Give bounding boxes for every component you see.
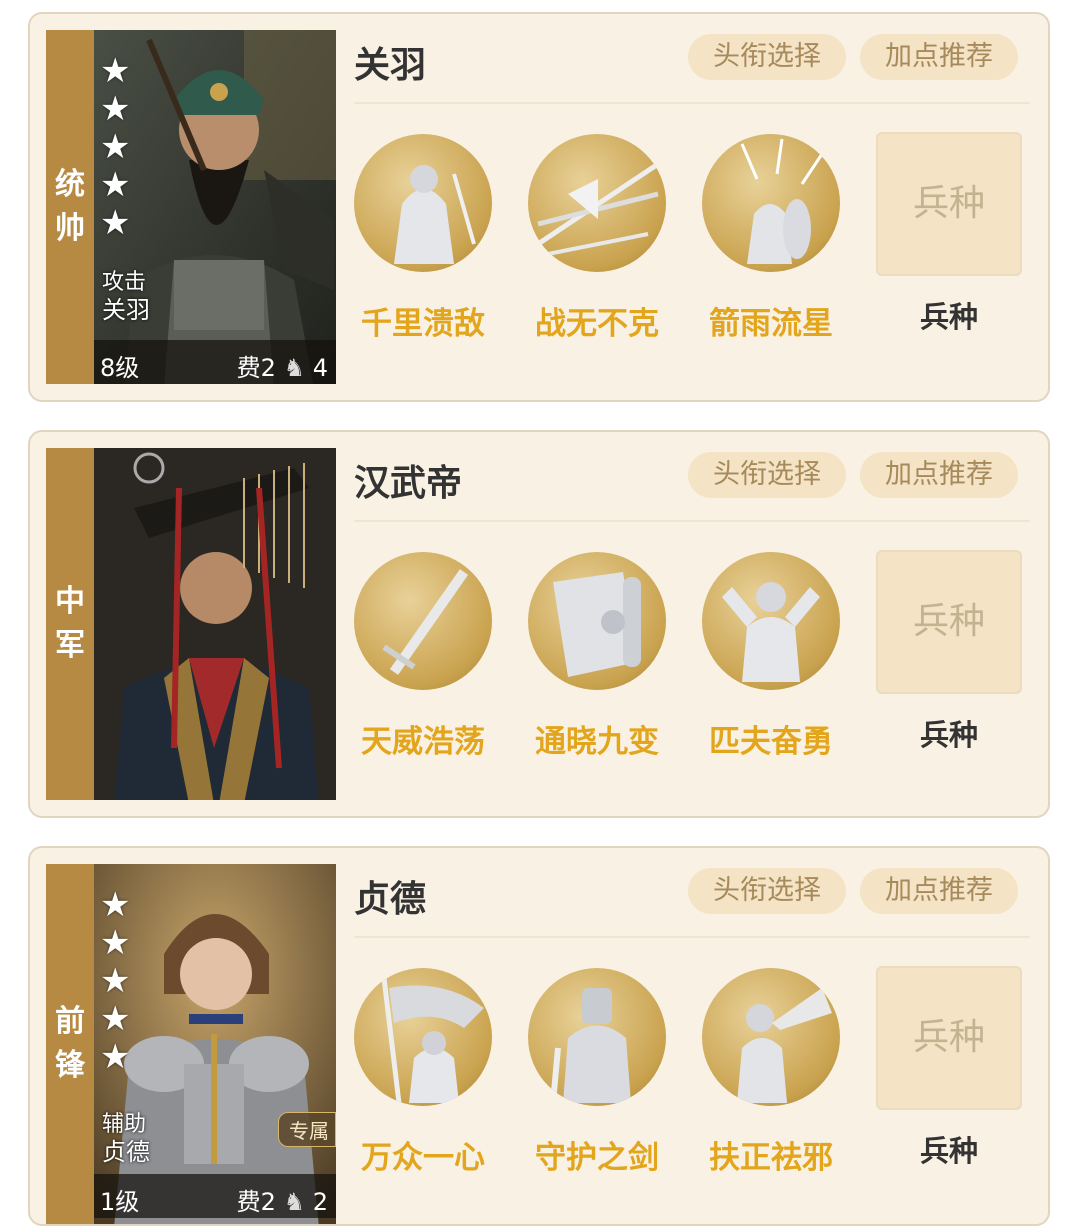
star-icon: ★ <box>100 203 131 243</box>
star-icon: ★ <box>100 51 131 91</box>
skill-slot-1[interactable]: 万众一心 <box>348 968 498 1177</box>
arrow-rain-shield-icon <box>702 134 840 272</box>
general-name: 汉武帝 <box>354 463 463 504</box>
card-role: 攻击 <box>102 270 147 295</box>
troop-label: 兵种 <box>919 718 978 752</box>
card-info-bar: 8级 费2 ♞ 4 <box>94 340 336 384</box>
weapons-icon <box>528 134 666 272</box>
skill-name: 扶正祛邪 <box>709 1140 833 1176</box>
star-rating: ★ ★ ★ ★ ★ <box>100 886 130 1076</box>
general-portrait[interactable]: ★ ★ ★ ★ ★ 攻击 关羽 8级 费2 ♞ 4 <box>94 30 336 384</box>
general-name: 贞德 <box>354 879 427 920</box>
skill-name: 万众一心 <box>361 1140 485 1176</box>
move-value: 2 <box>312 1188 328 1216</box>
cost-move: 费2 ♞ 2 <box>237 1182 328 1217</box>
title-select-button[interactable]: 头衔选择 <box>688 452 846 498</box>
position-strip: 前锋 <box>46 864 94 1224</box>
troop-label: 兵种 <box>919 300 978 334</box>
skill-name: 通晓九变 <box>535 724 659 760</box>
skill-name: 匹夫奋勇 <box>709 724 833 760</box>
star-icon: ★ <box>100 89 131 129</box>
skill-slot-1[interactable]: 千里溃敌 <box>348 134 498 343</box>
horn-blower-icon <box>702 968 840 1106</box>
star-icon: ★ <box>100 999 131 1039</box>
troop-box: 兵种 <box>876 132 1022 276</box>
divider <box>354 102 1030 104</box>
divider <box>354 520 1030 522</box>
sword-icon <box>354 552 492 690</box>
troop-box: 兵种 <box>876 550 1022 694</box>
star-icon: ★ <box>100 127 131 167</box>
general-card-3: 前锋 ★ ★ ★ ★ ★ 专属 辅助 贞德 1级 费2 ♞ 2 贞德 头衔选择 … <box>28 846 1050 1226</box>
skill-slot-3[interactable]: 箭雨流星 <box>696 134 846 343</box>
scroll-icon <box>528 552 666 690</box>
strongman-icon <box>702 552 840 690</box>
star-icon: ★ <box>100 1037 131 1077</box>
general-card-1: 统帅 ★ ★ ★ ★ ★ 攻击 关羽 8级 费2 ♞ 4 关羽 头衔选择 加点推… <box>28 12 1050 402</box>
skill-name: 战无不克 <box>535 306 659 342</box>
troop-slot[interactable]: 兵种 兵种 <box>876 132 1022 336</box>
troop-slot[interactable]: 兵种 兵种 <box>876 966 1022 1170</box>
star-icon: ★ <box>100 165 131 205</box>
star-rating: ★ ★ ★ ★ ★ <box>100 52 130 242</box>
horse-icon: ♞ <box>283 1188 306 1216</box>
general-card-2: 中军 汉武帝 头衔选择 加点推荐 天威浩荡 通晓九变 匹夫奋勇 兵种 兵种 <box>28 430 1050 818</box>
skill-slot-2[interactable]: 战无不克 <box>522 134 672 343</box>
points-recommend-button[interactable]: 加点推荐 <box>860 452 1018 498</box>
points-recommend-button[interactable]: 加点推荐 <box>860 34 1018 80</box>
cost-label: 费2 <box>236 354 276 382</box>
general-name: 关羽 <box>354 45 427 86</box>
level-label: 8级 <box>100 354 140 382</box>
skill-name: 守护之剑 <box>535 1140 659 1176</box>
title-select-button[interactable]: 头衔选择 <box>688 34 846 80</box>
star-icon: ★ <box>100 923 131 963</box>
skill-slot-3[interactable]: 匹夫奋勇 <box>696 552 846 761</box>
skill-slot-2[interactable]: 通晓九变 <box>522 552 672 761</box>
troop-slot[interactable]: 兵种 兵种 <box>876 550 1022 754</box>
skill-name: 千里溃敌 <box>361 306 485 342</box>
armored-knight-icon <box>528 968 666 1106</box>
mounted-warrior-icon <box>354 134 492 272</box>
divider <box>354 936 1030 938</box>
points-recommend-button[interactable]: 加点推荐 <box>860 868 1018 914</box>
position-label: 前锋 <box>55 1004 85 1083</box>
horse-icon: ♞ <box>283 354 306 382</box>
skill-slot-1[interactable]: 天威浩荡 <box>348 552 498 761</box>
han-wudi-portrait-image <box>94 448 336 800</box>
card-name: 关羽 <box>102 296 150 324</box>
skill-name: 天威浩荡 <box>361 724 485 760</box>
skill-slot-3[interactable]: 扶正祛邪 <box>696 968 846 1177</box>
skill-name: 箭雨流星 <box>709 306 833 342</box>
cost-move: 费2 ♞ 4 <box>237 348 328 383</box>
position-strip: 中军 <box>46 448 94 800</box>
star-icon: ★ <box>100 961 131 1001</box>
position-label: 中军 <box>55 584 85 663</box>
exclusive-badge: 专属 <box>278 1112 336 1147</box>
star-icon: ★ <box>100 885 131 925</box>
troop-label: 兵种 <box>919 1134 978 1168</box>
position-strip: 统帅 <box>46 30 94 384</box>
flag-bearer-icon <box>354 968 492 1106</box>
card-role: 辅助 <box>102 1112 147 1137</box>
position-label: 统帅 <box>55 167 85 246</box>
troop-box: 兵种 <box>876 966 1022 1110</box>
skill-slot-2[interactable]: 守护之剑 <box>522 968 672 1177</box>
level-label: 1级 <box>100 1188 140 1216</box>
general-portrait[interactable]: ★ ★ ★ ★ ★ 专属 辅助 贞德 1级 费2 ♞ 2 <box>94 864 336 1224</box>
move-value: 4 <box>312 354 328 382</box>
card-name: 贞德 <box>102 1138 150 1166</box>
card-info-bar: 1级 费2 ♞ 2 <box>94 1174 336 1218</box>
title-select-button[interactable]: 头衔选择 <box>688 868 846 914</box>
cost-label: 费2 <box>236 1188 276 1216</box>
general-portrait[interactable] <box>94 448 336 800</box>
